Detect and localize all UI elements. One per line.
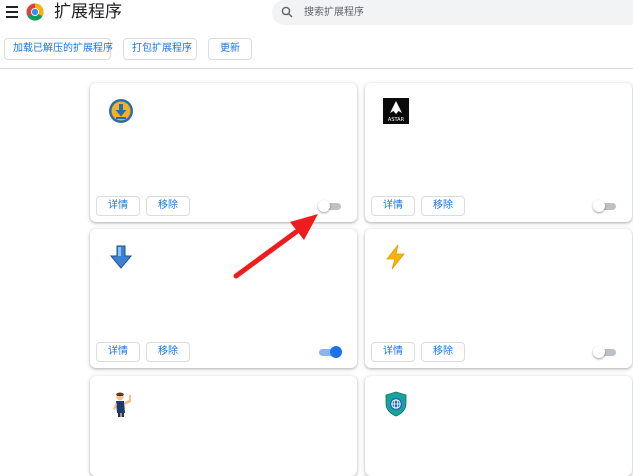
details-button[interactable]: 详情 (371, 196, 415, 216)
enable-toggle[interactable] (319, 346, 342, 358)
extension-card (90, 376, 357, 476)
details-button[interactable]: 详情 (96, 196, 140, 216)
action-toolbar: 加载已解压的扩展程序 打包扩展程序 更新 (0, 36, 633, 69)
extension-card (365, 376, 632, 476)
remove-button[interactable]: 移除 (146, 342, 190, 362)
lightning-bolt-icon (386, 244, 405, 270)
extension-card: 详情 移除 (90, 229, 357, 368)
update-button[interactable]: 更新 (208, 38, 252, 60)
details-button[interactable]: 详情 (96, 342, 140, 362)
remove-button[interactable]: 移除 (146, 196, 190, 216)
search-icon (281, 6, 293, 18)
extension-card: 详情 移除 (365, 229, 632, 368)
search-bar[interactable] (272, 0, 633, 25)
blue-down-arrow-icon (109, 245, 133, 269)
download-arrow-icon (109, 99, 133, 123)
astar-logo-text: ASTAR (388, 117, 405, 123)
shield-globe-icon (385, 391, 407, 417)
details-button[interactable]: 详情 (371, 342, 415, 362)
load-unpacked-button[interactable]: 加载已解压的扩展程序 (4, 38, 113, 60)
remove-button[interactable]: 移除 (421, 196, 465, 216)
hamburger-menu-icon[interactable] (6, 6, 18, 18)
flexing-character-icon (113, 392, 131, 417)
header-bar: 扩展程序 (0, 0, 633, 28)
pack-extension-button[interactable]: 打包扩展程序 (123, 38, 197, 60)
page-title: 扩展程序 (54, 2, 122, 22)
enable-toggle[interactable] (593, 200, 616, 212)
extension-card: 详情 移除 (90, 83, 357, 222)
enable-toggle[interactable] (593, 346, 616, 358)
search-input[interactable] (304, 0, 624, 25)
chrome-logo-icon (26, 3, 44, 21)
astar-logo-icon: ASTAR (383, 98, 409, 124)
enable-toggle[interactable] (318, 200, 341, 212)
remove-button[interactable]: 移除 (421, 342, 465, 362)
extension-card: ASTAR 详情 移除 (365, 83, 632, 222)
